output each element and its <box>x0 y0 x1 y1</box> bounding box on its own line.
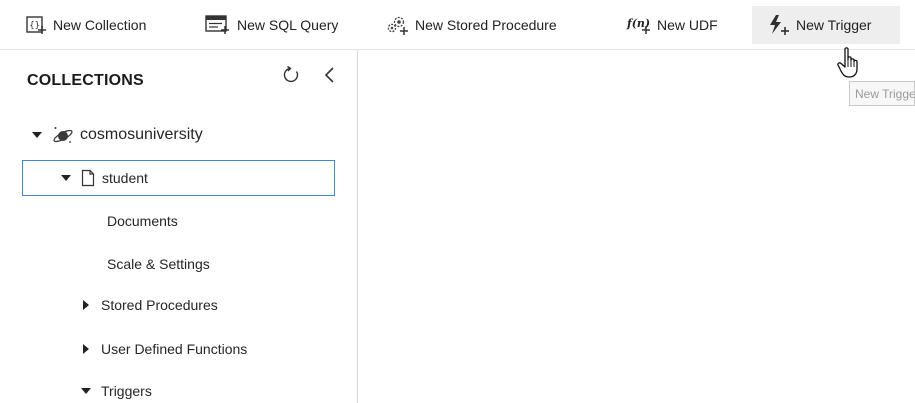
planet-icon <box>52 125 74 145</box>
tree-item-scale-settings[interactable]: Scale & Settings <box>107 253 210 275</box>
tree-item-label: Scale & Settings <box>107 256 210 272</box>
caret-right-icon[interactable] <box>79 344 93 354</box>
collection-icon <box>81 169 95 187</box>
caret-down-icon[interactable] <box>30 132 44 138</box>
new-stored-procedure-label: New Stored Procedure <box>415 17 557 33</box>
new-stored-procedure-icon <box>385 14 409 36</box>
new-sql-query-label: New SQL Query <box>237 17 339 33</box>
caret-down-icon[interactable] <box>79 388 93 394</box>
tree-item-collection[interactable]: student <box>22 160 335 196</box>
refresh-icon[interactable] <box>281 65 301 85</box>
database-name: cosmosuniversity <box>80 126 203 143</box>
new-trigger-icon <box>766 14 790 36</box>
tree-item-user-defined-functions[interactable]: User Defined Functions <box>79 338 247 360</box>
new-sql-query-button[interactable]: New SQL Query <box>205 6 338 44</box>
new-sql-query-icon <box>205 15 231 35</box>
tree-item-label: User Defined Functions <box>101 341 248 357</box>
tree-item-database[interactable]: cosmosuniversity <box>30 121 203 149</box>
hand-cursor-icon <box>836 46 864 80</box>
tooltip-text: New Trigger <box>855 87 915 101</box>
new-trigger-button[interactable]: New Trigger <box>752 6 900 44</box>
new-collection-icon: {} <box>25 15 47 35</box>
caret-down-icon[interactable] <box>59 175 73 181</box>
command-bar: {} New Collection New SQL Query New Stor… <box>0 0 915 50</box>
chevron-left-icon[interactable] <box>322 65 338 85</box>
tree-item-label: Documents <box>107 213 178 229</box>
tree-item-stored-procedures[interactable]: Stored Procedures <box>79 294 218 316</box>
collections-title: COLLECTIONS <box>27 72 144 89</box>
tooltip: New Trigger <box>849 81 915 106</box>
tree-item-label: Triggers <box>101 383 152 399</box>
new-collection-label: New Collection <box>53 17 147 33</box>
collection-name: student <box>102 170 148 186</box>
new-collection-button[interactable]: {} New Collection <box>25 6 146 44</box>
collections-panel: COLLECTIONS cosmosuniversity student Doc… <box>0 50 358 403</box>
new-udf-button[interactable]: f(n) New UDF <box>627 6 718 44</box>
tree-item-documents[interactable]: Documents <box>107 210 178 232</box>
new-trigger-label: New Trigger <box>796 17 872 33</box>
new-stored-procedure-button[interactable]: New Stored Procedure <box>385 6 557 44</box>
caret-right-icon[interactable] <box>79 300 93 310</box>
tree-item-label: Stored Procedures <box>101 297 218 313</box>
new-udf-label: New UDF <box>657 17 718 33</box>
tree-item-triggers[interactable]: Triggers <box>79 380 152 402</box>
new-udf-icon: f(n) <box>627 17 651 34</box>
